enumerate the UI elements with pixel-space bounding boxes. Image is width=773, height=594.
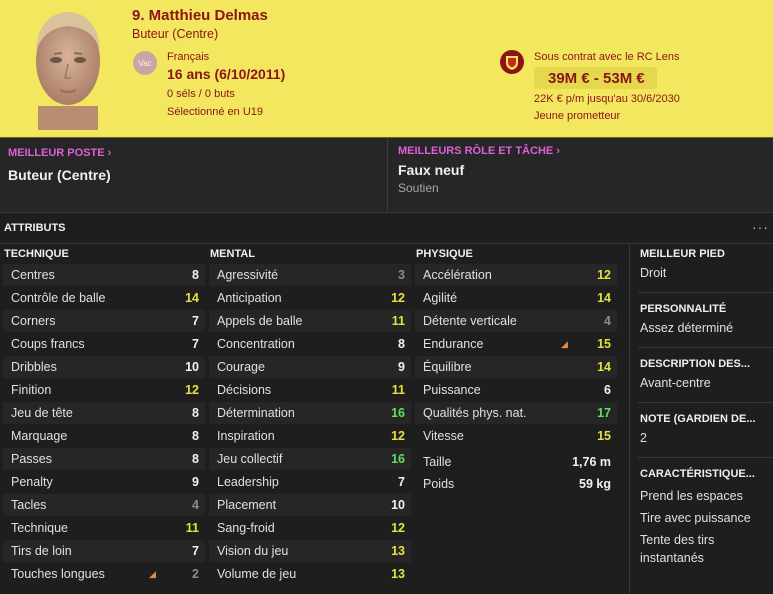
attribute-row[interactable]: Penalty 9 (3, 471, 205, 493)
attribute-row[interactable]: Agressivité 3 (209, 264, 411, 286)
chevron-right-icon: › (107, 147, 112, 159)
divider (387, 138, 388, 212)
attribute-row[interactable]: Accélération 12 (415, 264, 617, 286)
player-name[interactable]: 9. Matthieu Delmas (132, 7, 268, 24)
player-age: 16 ans (6/10/2011) (167, 66, 286, 82)
nationality[interactable]: Français (167, 51, 209, 63)
attribute-row[interactable]: Vision du jeu 13 (209, 540, 411, 562)
attribute-row[interactable]: Centres 8 (3, 264, 205, 286)
attribute-row[interactable]: Vitesse 15 (415, 425, 617, 447)
attribute-row[interactable]: Agilité 14 (415, 287, 617, 309)
divider (638, 402, 773, 403)
attribute-row[interactable]: Placement 10 (209, 494, 411, 516)
trait-item[interactable]: Prend les espaces (640, 489, 743, 503)
description-value: Avant-centre (640, 376, 711, 390)
best-position-link[interactable]: MEILLEUR POSTE › (8, 147, 111, 159)
attribute-row[interactable]: Détente verticale 4 (415, 310, 617, 332)
attribute-row[interactable]: Détermination 16 (209, 402, 411, 424)
best-role-value: Faux neuf (398, 162, 465, 178)
best-role-duty: Soutien (398, 181, 439, 195)
more-options-icon[interactable]: ··· (752, 219, 769, 235)
attribute-row[interactable]: Coups francs 7 (3, 333, 205, 355)
attribute-row[interactable]: Inspiration 12 (209, 425, 411, 447)
attribute-row[interactable]: Finition 12 (3, 379, 205, 401)
weight-label: Poids (423, 477, 455, 491)
attribute-row[interactable]: Concentration 8 (209, 333, 411, 355)
best-position-value: Buteur (Centre) (8, 167, 111, 183)
physique-header: PHYSIQUE (416, 248, 473, 260)
best-foot-value: Droit (640, 266, 667, 280)
attribute-row[interactable]: Endurance ◢ 15 (415, 333, 617, 355)
mental-header: MENTAL (210, 248, 256, 260)
traits-label: CARACTÉRISTIQUE... (640, 468, 755, 480)
attribute-row[interactable]: Appels de balle 11 (209, 310, 411, 332)
divider (638, 292, 773, 293)
attribute-row[interactable]: Touches longues ◢ 2 (3, 563, 205, 585)
trait-item[interactable]: Tente des tirs (640, 533, 714, 547)
youth-selection: Sélectionné en U19 (167, 106, 264, 118)
goalkeeper-rating-label: NOTE (GARDIEN DE... (640, 413, 756, 425)
attribute-row[interactable]: Puissance 6 (415, 379, 617, 401)
attribute-row[interactable]: Tirs de loin 7 (3, 540, 205, 562)
attribute-row[interactable]: Technique 11 (3, 517, 205, 539)
height-label: Taille (423, 455, 452, 469)
attribute-row[interactable]: Jeu collectif 16 (209, 448, 411, 470)
player-photo (36, 12, 100, 130)
attributes-title: ATTRIBUTS (4, 222, 66, 234)
player-tag: Jeune prometteur (534, 110, 621, 122)
vacation-badge[interactable]: Vac (133, 51, 157, 75)
attribute-row[interactable]: Sang-froid 12 (209, 517, 411, 539)
transfer-value: 39M € - 53M € (534, 67, 657, 89)
best-role-link[interactable]: MEILLEURS RÔLE ET TÂCHE › (398, 145, 560, 157)
personality-label: PERSONNALITÉ (640, 303, 727, 315)
attributes-bar (0, 213, 773, 244)
attribute-row[interactable]: Tacles 4 (3, 494, 205, 516)
attribute-row[interactable]: Volume de jeu 13 (209, 563, 411, 585)
description-label: DESCRIPTION DES... (640, 358, 751, 370)
divider (629, 243, 630, 594)
international-caps: 0 séls / 0 buts (167, 88, 235, 100)
personality-value[interactable]: Assez déterminé (640, 321, 733, 335)
attribute-row[interactable]: Équilibre 14 (415, 356, 617, 378)
player-role: Buteur (Centre) (132, 27, 219, 41)
goalkeeper-rating-value: 2 (640, 431, 647, 445)
attribute-row[interactable]: Qualités phys. nat. 17 (415, 402, 617, 424)
trend-down-icon: ◢ (149, 568, 156, 579)
attribute-row[interactable]: Dribbles 10 (3, 356, 205, 378)
attribute-row[interactable]: Contrôle de balle 14 (3, 287, 205, 309)
technique-header: TECHNIQUE (4, 248, 69, 260)
height-value: 1,76 m (572, 455, 611, 469)
trait-item[interactable]: instantanés (640, 551, 704, 565)
attribute-row[interactable]: Décisions 11 (209, 379, 411, 401)
trait-item[interactable]: Tire avec puissance (640, 511, 751, 525)
weight-value: 59 kg (579, 477, 611, 491)
club-crest-icon[interactable] (500, 50, 524, 74)
attribute-row[interactable]: Anticipation 12 (209, 287, 411, 309)
contract-info[interactable]: Sous contrat avec le RC Lens (534, 51, 680, 63)
attribute-row[interactable]: Jeu de tête 8 (3, 402, 205, 424)
trend-down-icon: ◢ (561, 338, 568, 349)
chevron-right-icon: › (556, 145, 560, 157)
attribute-row[interactable]: Marquage 8 (3, 425, 205, 447)
attribute-row[interactable]: Corners 7 (3, 310, 205, 332)
attribute-row[interactable]: Courage 9 (209, 356, 411, 378)
wage-info: 22K € p/m jusqu'au 30/6/2030 (534, 93, 680, 105)
attribute-row[interactable]: Leadership 7 (209, 471, 411, 493)
attribute-row[interactable]: Passes 8 (3, 448, 205, 470)
best-foot-label: MEILLEUR PIED (640, 248, 725, 260)
divider (638, 457, 773, 458)
divider (638, 347, 773, 348)
